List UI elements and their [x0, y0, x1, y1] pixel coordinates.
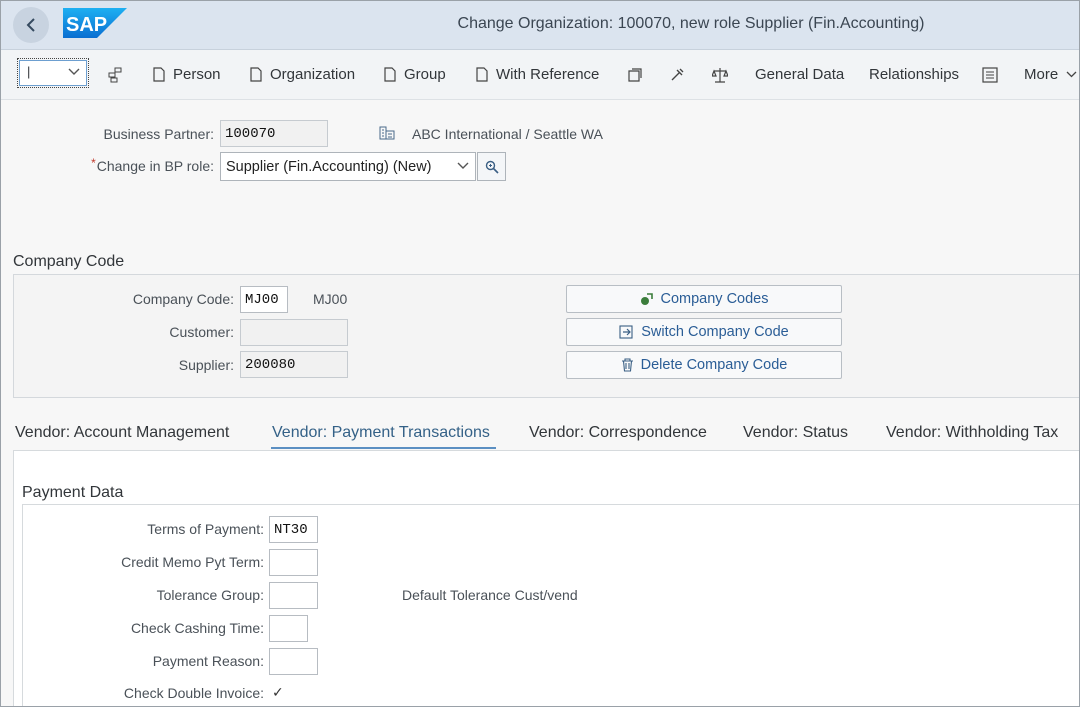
back-button[interactable]: [13, 7, 49, 43]
active-tab-indicator: [271, 447, 496, 449]
double-invoice-label: Check Double Invoice:: [123, 685, 264, 701]
document-icon: [250, 67, 262, 82]
toolbar-more-label: More: [1024, 66, 1059, 83]
tab-account-management[interactable]: Vendor: Account Management: [15, 424, 229, 442]
chevron-down-icon: [1066, 71, 1077, 78]
building-icon: [379, 126, 395, 140]
tools-icon[interactable]: [669, 67, 685, 83]
delete-company-code-button[interactable]: Delete Company Code: [566, 351, 842, 379]
sap-logo[interactable]: SAP: [63, 8, 127, 38]
check-cashing-input[interactable]: [269, 615, 308, 642]
toolbar-relationships-label: Relationships: [869, 66, 960, 83]
balance-icon[interactable]: [712, 67, 728, 84]
command-field-value: |: [27, 64, 31, 79]
hierarchy-icon[interactable]: [107, 67, 123, 83]
role-select-value: Supplier (Fin.Accounting) (New): [226, 159, 432, 175]
back-chevron-icon: [26, 18, 35, 32]
document-icon: [153, 67, 165, 82]
toolbar-general-data-label: General Data: [755, 66, 845, 83]
toolbar: | Person Organization Group With Referen…: [1, 50, 1079, 100]
terms-of-payment-label: Terms of Payment:: [147, 521, 264, 537]
document-icon: [384, 67, 396, 82]
page-title: Change Organization: 100070, new role Su…: [457, 15, 925, 32]
company-code-section-title: Company Code: [13, 253, 125, 270]
customer-label: Customer:: [169, 324, 234, 340]
payment-data-section-title: Payment Data: [22, 484, 124, 501]
toolbar-with-reference-label: With Reference: [496, 66, 600, 83]
toolbar-general-data[interactable]: General Data: [755, 66, 844, 83]
table-icon[interactable]: [982, 67, 998, 83]
role-value-help-button[interactable]: [477, 152, 506, 181]
toolbar-organization[interactable]: Organization: [250, 66, 355, 83]
bp-input[interactable]: 100070: [220, 120, 328, 147]
tab-payment-transactions[interactable]: Vendor: Payment Transactions: [272, 424, 490, 442]
tolerance-group-desc: Default Tolerance Cust/vend: [402, 587, 578, 603]
company-code-input[interactable]: MJ00: [240, 286, 288, 313]
toolbar-with-reference[interactable]: With Reference: [476, 66, 599, 83]
double-invoice-checkbox[interactable]: ✓: [272, 684, 284, 701]
toolbar-person[interactable]: Person: [153, 66, 221, 83]
document-icon: [476, 67, 488, 82]
company-code-label: Company Code:: [132, 291, 234, 307]
trash-icon: [621, 358, 633, 372]
company-codes-button[interactable]: Company Codes: [566, 285, 842, 313]
supplier-label: Supplier:: [178, 357, 234, 373]
toolbar-person-label: Person: [173, 66, 221, 83]
toolbar-organization-label: Organization: [270, 66, 356, 83]
copy-frame-icon[interactable]: [627, 67, 643, 83]
search-icon: [485, 160, 499, 174]
shell-bar: SAP Change Organization: 100070, new rol…: [1, 1, 1079, 50]
chevron-down-icon: [457, 162, 469, 169]
tolerance-group-input[interactable]: [269, 582, 318, 609]
supplier-input[interactable]: 200080: [240, 351, 348, 378]
role-label-text: Change in BP role:: [96, 158, 214, 174]
credit-memo-label: Credit Memo Pyt Term:: [121, 554, 264, 570]
company-codes-label: Company Codes: [660, 291, 769, 307]
toolbar-more[interactable]: More: [1024, 66, 1077, 83]
chevron-down-icon: [68, 68, 80, 75]
bp-name: ABC International / Seattle WA: [412, 126, 603, 142]
switch-company-code-label: Switch Company Code: [641, 324, 789, 340]
company-code-desc: MJ00: [313, 291, 348, 307]
sap-logo-text: SAP: [66, 14, 107, 36]
required-marker: *: [91, 156, 96, 170]
payment-reason-input[interactable]: [269, 648, 318, 675]
role-select[interactable]: Supplier (Fin.Accounting) (New): [220, 152, 476, 181]
bp-label: Business Partner:: [103, 126, 215, 142]
role-label: *Change in BP role:: [41, 156, 214, 174]
tab-withholding-tax[interactable]: Vendor: Withholding Tax: [886, 424, 1058, 442]
switch-company-code-button[interactable]: Switch Company Code: [566, 318, 842, 346]
tab-status[interactable]: Vendor: Status: [743, 424, 848, 442]
app-frame: SAP Change Organization: 100070, new rol…: [0, 0, 1080, 707]
credit-memo-input[interactable]: [269, 549, 318, 576]
command-field[interactable]: |: [17, 58, 89, 88]
switch-icon: [619, 325, 633, 339]
toolbar-group[interactable]: Group: [384, 66, 446, 83]
check-cashing-label: Check Cashing Time:: [130, 620, 264, 636]
terms-of-payment-input[interactable]: NT30: [269, 516, 318, 543]
company-icon: [640, 293, 653, 305]
toolbar-relationships[interactable]: Relationships: [869, 66, 959, 83]
tolerance-group-label: Tolerance Group:: [156, 587, 264, 603]
customer-input[interactable]: [240, 319, 348, 346]
payment-reason-label: Payment Reason:: [152, 653, 264, 669]
delete-company-code-label: Delete Company Code: [640, 357, 788, 373]
tab-correspondence[interactable]: Vendor: Correspondence: [529, 424, 707, 442]
toolbar-group-label: Group: [404, 66, 446, 83]
